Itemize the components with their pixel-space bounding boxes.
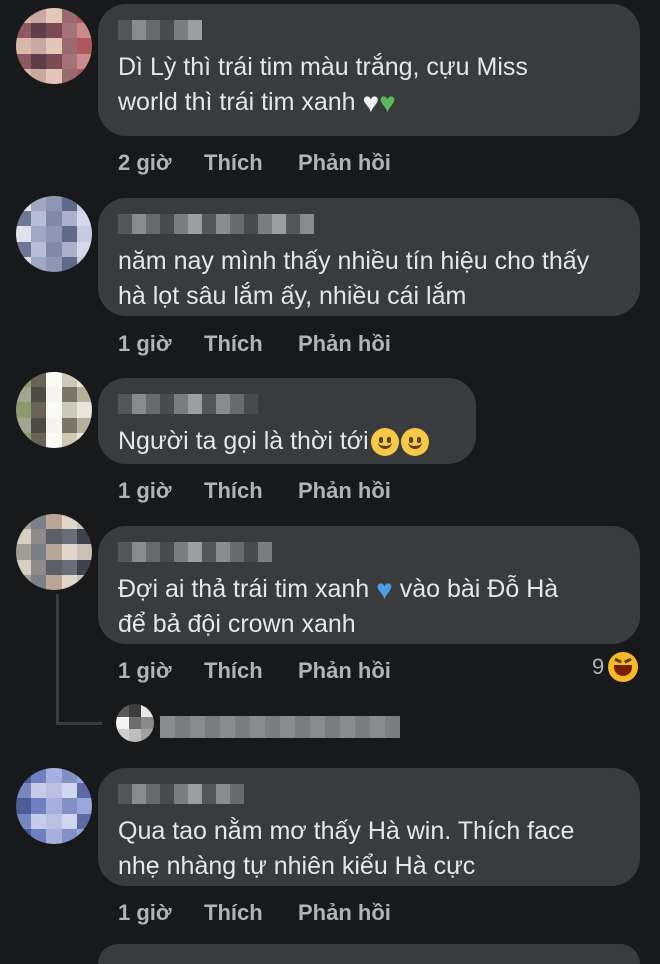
comment-time[interactable]: 1 giờ [118, 658, 204, 684]
green-heart-icon: ♥ [379, 87, 396, 119]
comment-bubble: năm nay mình thấy nhiều tín hiệu cho thấ… [98, 198, 640, 316]
comment-actions: 2 giờ Thích Phản hồi [118, 150, 391, 176]
comment-bubble: Qua tao nằm mơ thấy Hà win. Thích face n… [98, 768, 640, 886]
reply-thread-line [56, 594, 59, 724]
comment-bubble: Đợi ai thả trái tim xanh ♥ vào bài Đỗ Hà… [98, 526, 640, 644]
like-button[interactable]: Thích [204, 150, 298, 176]
reply-button[interactable]: Phản hồi [298, 150, 391, 176]
comment-actions: 1 giờ Thích Phản hồi [118, 331, 391, 357]
reply-thread-branch [56, 722, 102, 725]
comment-bubble: Dì Lỳ thì trái tim màu trắng, cựu Miss w… [98, 4, 640, 136]
avatar[interactable] [16, 8, 92, 84]
reply-button[interactable]: Phản hồi [298, 331, 391, 357]
slightly-smiling-face-icon [400, 428, 429, 457]
reply-name-blurred[interactable] [160, 716, 400, 738]
blue-heart-icon: ♥ [376, 574, 393, 606]
comment-bubble: Người ta gọi là thời tới [98, 378, 476, 464]
commenter-name-blurred[interactable] [118, 784, 620, 804]
comment-time[interactable]: 1 giờ [118, 900, 204, 926]
comment-actions: 1 giờ Thích Phản hồi [118, 658, 391, 684]
comment-text: Đợi ai thả trái tim xanh ♥ vào bài Đỗ Hà… [118, 574, 559, 638]
white-heart-icon: ♥ [362, 87, 380, 119]
reply-button[interactable]: Phản hồi [298, 900, 391, 926]
next-comment-peek [98, 944, 640, 964]
reply-button[interactable]: Phản hồi [298, 658, 391, 684]
comment-text: Qua tao nằm mơ thấy Hà win. Thích face n… [118, 817, 575, 880]
avatar[interactable] [16, 372, 92, 448]
comment-actions: 1 giờ Thích Phản hồi [118, 478, 391, 504]
comment-text: Dì Lỳ thì trái tim màu trắng, cựu Miss w… [118, 53, 528, 119]
like-button[interactable]: Thích [204, 478, 298, 504]
avatar[interactable] [16, 514, 92, 590]
reply-button[interactable]: Phản hồi [298, 478, 391, 504]
laughing-face-icon [608, 652, 639, 682]
reply-avatar[interactable] [116, 704, 154, 742]
commenter-name-blurred[interactable] [118, 542, 620, 562]
avatar[interactable] [16, 196, 92, 272]
like-button[interactable]: Thích [204, 658, 298, 684]
reaction-count: 9 [592, 654, 605, 679]
like-button[interactable]: Thích [204, 900, 298, 926]
commenter-name-blurred[interactable] [118, 214, 620, 234]
commenter-name-blurred[interactable] [118, 20, 620, 40]
comment-time[interactable]: 1 giờ [118, 331, 204, 357]
comment-time[interactable]: 1 giờ [118, 478, 204, 504]
avatar[interactable] [16, 768, 92, 844]
comment-text: năm nay mình thấy nhiều tín hiệu cho thấ… [118, 247, 590, 310]
commenter-name-blurred[interactable] [118, 394, 456, 414]
like-button[interactable]: Thích [204, 331, 298, 357]
comment-time[interactable]: 2 giờ [118, 150, 204, 176]
comment-actions: 1 giờ Thích Phản hồi [118, 900, 391, 926]
slightly-smiling-face-icon [370, 428, 399, 457]
reaction-summary[interactable]: 9 [592, 652, 639, 682]
comment-text: Người ta gọi là thời tới [118, 424, 456, 459]
